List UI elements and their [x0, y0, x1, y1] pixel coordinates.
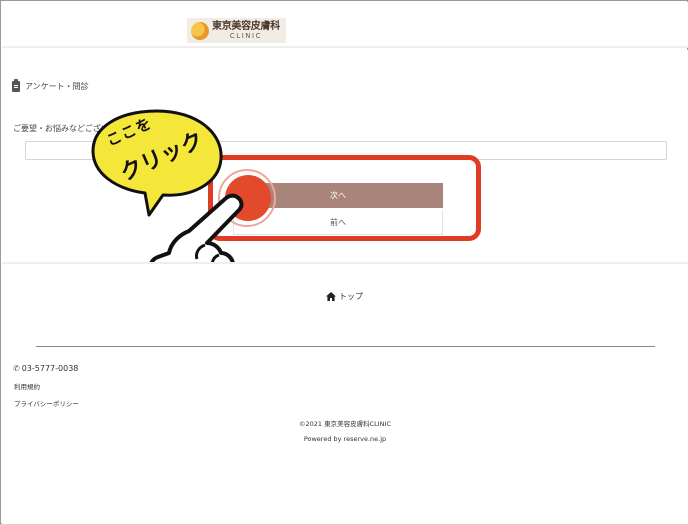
home-icon [326, 292, 336, 301]
terms-link[interactable]: 利用規約 [14, 381, 40, 391]
site-footer: トップ ✆ 03-5777-0038 利用規約 プライバシーポリシー ©2021… [2, 262, 688, 524]
phone-link[interactable]: ✆ 03-5777-0038 [13, 364, 78, 373]
clipboard-icon [12, 79, 20, 92]
powered-by-text: Powered by reserve.ne.jp [303, 435, 387, 443]
logo-en: CLINIC [229, 31, 262, 40]
top-link-label: トップ [339, 292, 363, 301]
section-heading: アンケート・問診 [12, 79, 89, 92]
logo-text: 東京美容皮膚科 CLINIC [212, 20, 280, 40]
logo-mark-icon [191, 21, 209, 40]
copyright-text: ©2021 東京美容皮膚科CLINIC [298, 420, 391, 428]
footer-divider [36, 346, 655, 347]
page-frame: 東京美容皮膚科 CLINIC アンケート・問診 ご要望・お悩みなどございい 次へ… [0, 0, 688, 524]
phone-number: 03-5777-0038 [21, 364, 79, 373]
phone-icon: ✆ [13, 364, 20, 373]
top-link[interactable]: トップ [326, 291, 363, 302]
site-header: 東京美容皮膚科 CLINIC [2, 2, 688, 48]
clinic-logo[interactable]: 東京美容皮膚科 CLINIC [187, 18, 286, 43]
section-title: アンケート・問診 [25, 82, 89, 91]
logo-jp: 東京美容皮膚科 [212, 20, 280, 32]
privacy-link[interactable]: プライバシーポリシー [14, 398, 79, 408]
